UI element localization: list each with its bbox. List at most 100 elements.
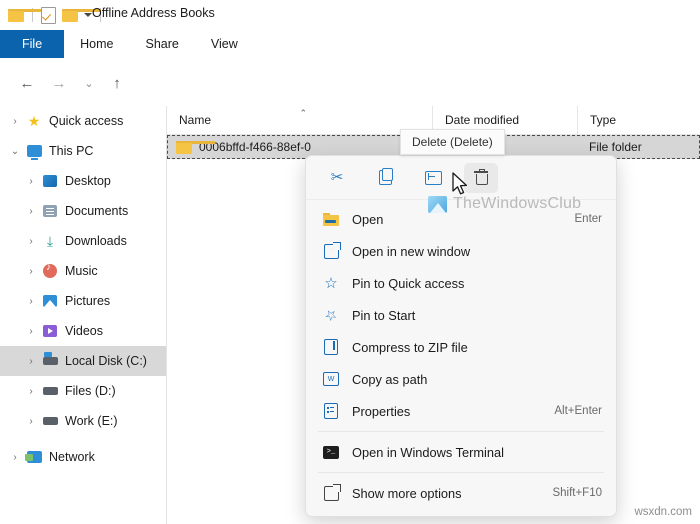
sidebar-item-downloads[interactable]: › ⤓ Downloads xyxy=(0,226,166,256)
menu-item-label: Show more options xyxy=(342,486,552,501)
column-header-type[interactable]: Type xyxy=(577,106,700,134)
menu-item-pin-to-quick-access[interactable]: ☆ Pin to Quick access xyxy=(306,267,616,299)
back-button[interactable]: ← xyxy=(16,72,38,94)
menu-item-open-in-new-window[interactable]: Open in new window xyxy=(306,235,616,267)
open-in-new-window-icon xyxy=(320,244,342,259)
folder-icon[interactable] xyxy=(8,9,24,22)
window-title: Offline Address Books xyxy=(92,6,215,20)
drive-icon xyxy=(40,387,60,395)
new-folder-icon[interactable] xyxy=(62,9,78,22)
context-menu[interactable]: ✂ Open Enter Open in new windo xyxy=(305,155,617,517)
sidebar-item-documents[interactable]: › Documents xyxy=(0,196,166,226)
tab-view[interactable]: View xyxy=(195,30,254,58)
mouse-cursor xyxy=(452,172,470,198)
menu-item-shortcut: Alt+Enter xyxy=(554,405,602,417)
sidebar-item-music[interactable]: › Music xyxy=(0,256,166,286)
tab-home[interactable]: Home xyxy=(64,30,129,58)
expander-icon[interactable]: › xyxy=(22,416,40,427)
file-type-cell: File folder xyxy=(577,140,700,154)
copy-path-icon: W xyxy=(320,372,342,386)
sidebar-item-quick-access[interactable]: › ★ Quick access xyxy=(0,106,166,136)
up-button[interactable]: ↑ xyxy=(106,72,128,94)
menu-item-open-in-windows-terminal[interactable]: >_ Open in Windows Terminal xyxy=(306,436,616,468)
expander-icon[interactable]: › xyxy=(22,296,40,307)
menu-item-shortcut: Enter xyxy=(575,213,603,225)
sort-ascending-icon: ⌃ xyxy=(300,108,308,119)
expander-icon[interactable]: › xyxy=(22,236,40,247)
sidebar-item-label: Desktop xyxy=(65,174,111,188)
menu-item-compress-to-zip[interactable]: Compress to ZIP file xyxy=(306,331,616,363)
navigation-pane[interactable]: › ★ Quick access ⌄ This PC › Desktop › D… xyxy=(0,106,167,524)
tab-share[interactable]: Share xyxy=(130,30,195,58)
sidebar-item-this-pc[interactable]: ⌄ This PC xyxy=(0,136,166,166)
sidebar-item-label: Files (D:) xyxy=(65,384,116,398)
sidebar-item-label: Quick access xyxy=(49,114,123,128)
watermark-wsxdn: wsxdn.com xyxy=(634,506,692,518)
system-drive-icon xyxy=(40,357,60,365)
expander-icon[interactable]: › xyxy=(6,452,24,463)
cut-button[interactable]: ✂ xyxy=(320,163,354,193)
column-header-label: Date modified xyxy=(445,113,519,127)
address-bar-row: ← → ⌄ ↑ « Local › Microsoft › Outlook › … xyxy=(0,58,700,106)
pictures-icon xyxy=(40,295,60,307)
title-bar: Offline Address Books xyxy=(0,0,700,30)
zip-icon xyxy=(320,339,342,355)
menu-item-label: Compress to ZIP file xyxy=(342,340,602,355)
menu-divider-1 xyxy=(318,431,604,432)
menu-item-label: Pin to Start xyxy=(342,308,602,323)
expander-icon[interactable]: › xyxy=(22,356,40,367)
menu-item-pin-to-start[interactable]: ☆ Pin to Start xyxy=(306,299,616,331)
sidebar-item-label: Downloads xyxy=(65,234,127,248)
sidebar-item-pictures[interactable]: › Pictures xyxy=(0,286,166,316)
menu-item-show-more-options[interactable]: Show more options Shift+F10 xyxy=(306,477,616,509)
sidebar-item-desktop[interactable]: › Desktop xyxy=(0,166,166,196)
pin-icon: ☆ xyxy=(320,308,342,322)
expander-icon[interactable]: › xyxy=(6,116,24,127)
copy-button[interactable] xyxy=(368,163,402,193)
recent-locations-button[interactable]: ⌄ xyxy=(78,72,100,94)
expander-icon[interactable]: › xyxy=(22,206,40,217)
menu-item-label: Open xyxy=(342,212,575,227)
sidebar-item-network[interactable]: › Network xyxy=(0,442,166,472)
menu-item-label: Pin to Quick access xyxy=(342,276,602,291)
star-icon: ★ xyxy=(24,114,44,128)
folder-icon xyxy=(320,213,342,226)
rename-button[interactable] xyxy=(416,163,450,193)
expander-icon[interactable]: › xyxy=(22,266,40,277)
properties-icon[interactable] xyxy=(41,7,56,24)
rename-icon xyxy=(425,171,442,185)
sidebar-item-work-e[interactable]: › Work (E:) xyxy=(0,406,166,436)
ribbon-tab-bar: File Home Share View xyxy=(0,30,700,59)
sidebar-item-local-disk-c[interactable]: › Local Disk (C:) xyxy=(0,346,166,376)
expander-icon[interactable]: › xyxy=(22,386,40,397)
sidebar-item-files-d[interactable]: › Files (D:) xyxy=(0,376,166,406)
sidebar-item-videos[interactable]: › Videos xyxy=(0,316,166,346)
chevron-down-icon[interactable] xyxy=(84,13,92,17)
expander-icon[interactable]: › xyxy=(22,176,40,187)
terminal-icon: >_ xyxy=(320,446,342,459)
desktop-icon xyxy=(40,175,60,187)
music-icon xyxy=(40,264,60,278)
menu-item-open[interactable]: Open Enter xyxy=(306,203,616,235)
file-name-cell: 0006bffd-f466-88ef-0 xyxy=(167,140,432,154)
tooltip: Delete (Delete) xyxy=(400,129,505,155)
sidebar-item-label: Music xyxy=(65,264,98,278)
sidebar-item-label: This PC xyxy=(49,144,93,158)
tab-file[interactable]: File xyxy=(0,30,64,58)
documents-icon xyxy=(40,205,60,217)
delete-icon xyxy=(475,171,487,184)
drive-icon xyxy=(40,417,60,425)
menu-item-properties[interactable]: Properties Alt+Enter xyxy=(306,395,616,427)
sidebar-item-label: Work (E:) xyxy=(65,414,118,428)
menu-item-copy-as-path[interactable]: W Copy as path xyxy=(306,363,616,395)
expander-icon[interactable]: › xyxy=(22,326,40,337)
column-header-name[interactable]: Name ⌃ xyxy=(167,106,432,134)
sidebar-item-label: Pictures xyxy=(65,294,110,308)
copy-icon xyxy=(379,170,392,185)
folder-icon xyxy=(176,141,192,154)
sidebar-item-label: Network xyxy=(49,450,95,464)
sidebar-item-label: Local Disk (C:) xyxy=(65,354,147,368)
forward-button[interactable]: → xyxy=(48,72,70,94)
expander-icon[interactable]: ⌄ xyxy=(6,146,24,157)
network-icon xyxy=(24,451,44,463)
